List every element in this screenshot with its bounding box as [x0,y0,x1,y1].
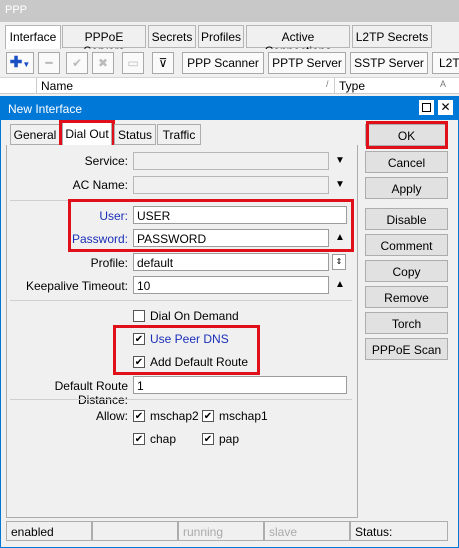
enable-button[interactable]: ✔ [66,52,88,74]
separator [10,399,352,400]
profile-select[interactable]: default [133,253,329,271]
sstp-server-button[interactable]: SSTP Server [350,52,428,74]
filter-icon: ⊽ [158,56,168,70]
allow-label: Allow: [95,409,128,423]
profile-spin-icon[interactable]: ⇕ [332,254,346,270]
route-distance-label: Default Route Distance: [54,379,128,407]
add-button[interactable]: ✚▼ [6,52,34,74]
ac-name-label: AC Name: [72,178,128,192]
minus-icon: ━ [45,56,53,70]
keepalive-input[interactable]: 10 [133,276,329,294]
mschap1-label: mschap1 [219,409,268,423]
chap-checkbox[interactable]: ✔ [133,433,145,445]
apply-button[interactable]: Apply [365,177,448,199]
status-cell-2 [92,521,178,541]
check-icon: ✔ [71,56,83,70]
status-running: running [178,521,264,541]
dropdown-icon: ▼ [22,60,31,69]
disable-button[interactable]: Disable [365,208,448,230]
sort-mark-a: / [326,79,329,89]
comment-button[interactable]: ▭ [122,52,144,74]
tab-profiles[interactable]: Profiles [198,25,244,48]
tab-l2tp-secrets[interactable]: L2TP Secrets [352,25,432,48]
tab-pppoe-servers[interactable]: PPPoE Servers [62,25,146,58]
plus-icon: ✚ [9,54,23,71]
pppoe-scan-button[interactable]: PPPoE Scan [365,338,448,360]
disable-button[interactable]: ✖ [92,52,114,74]
comment-button[interactable]: Comment [365,234,448,256]
close-icon: ✕ [440,100,451,114]
mschap1-checkbox[interactable]: ✔ [202,410,214,422]
dtab-status[interactable]: Status [114,124,156,145]
ac-name-select[interactable] [133,176,329,194]
pptp-server-button[interactable]: PPTP Server [268,52,346,74]
remove-button[interactable]: ━ [38,52,60,74]
tab-interface[interactable]: Interface [5,25,61,50]
app-title: PPP [0,0,459,22]
dns-route-highlight [113,325,260,375]
mschap2-checkbox[interactable]: ✔ [133,410,145,422]
pap-checkbox[interactable]: ✔ [202,433,214,445]
remove-button[interactable]: Remove [365,286,448,308]
ppp-scanner-button[interactable]: PPP Scanner [182,52,264,74]
service-dropdown-icon[interactable]: ▼ [334,155,346,169]
tab-active-connections[interactable]: Active Connections [246,25,350,58]
service-label: Service: [84,154,128,168]
comment-icon: ▭ [127,56,139,70]
mschap2-label: mschap2 [150,409,199,423]
service-select[interactable] [133,152,329,170]
route-distance-input[interactable]: 1 [133,376,347,394]
credentials-highlight [68,199,354,252]
maximize-button[interactable] [419,100,434,115]
l2tp-server-button[interactable]: L2T [432,52,459,74]
column-name[interactable]: Name [36,78,336,94]
status-enabled: enabled [6,521,92,541]
column-type[interactable]: Type [334,78,444,94]
ok-highlight [366,121,448,149]
cancel-button[interactable]: Cancel [365,151,448,173]
maximize-icon [422,103,431,112]
dtab-general[interactable]: General [10,124,60,145]
ac-name-dropdown-icon[interactable]: ▼ [334,179,346,193]
profile-label: Profile: [90,256,128,270]
keepalive-collapse-icon[interactable]: ▲ [334,279,346,293]
separator [10,300,352,301]
filter-button[interactable]: ⊽ [152,52,174,74]
sort-mark-b: A [440,79,447,89]
tab-secrets[interactable]: Secrets [148,25,196,48]
dialog-title: New Interface [1,97,458,120]
torch-button[interactable]: Torch [365,312,448,334]
dial-out-highlight [59,120,115,148]
status-label: Status: [350,521,448,541]
x-icon: ✖ [97,56,109,70]
keepalive-label: Keepalive Timeout: [25,279,128,293]
dial-on-demand-checkbox[interactable] [133,310,145,322]
status-slave: slave [264,521,350,541]
close-button[interactable]: ✕ [438,100,453,115]
chap-label: chap [150,432,177,446]
pap-label: pap [219,432,240,446]
dial-on-demand-label: Dial On Demand [150,309,239,323]
dtab-traffic[interactable]: Traffic [157,124,201,145]
copy-button[interactable]: Copy [365,260,448,282]
